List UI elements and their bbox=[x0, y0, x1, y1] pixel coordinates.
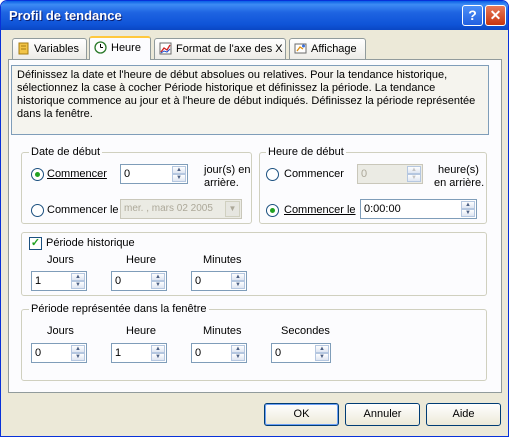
stepper-down-icon[interactable]: ▼ bbox=[231, 281, 245, 289]
window-title: Profil de tendance bbox=[9, 8, 122, 23]
stepper-down-icon[interactable]: ▼ bbox=[151, 353, 165, 361]
cancel-button[interactable]: Annuler bbox=[345, 403, 420, 426]
dropdown-arrow-icon[interactable]: ▼ bbox=[225, 201, 240, 217]
date-picker[interactable]: mer. , mars 02 2005 ▼ bbox=[120, 199, 242, 219]
stepper-up-icon[interactable]: ▲ bbox=[71, 345, 85, 353]
heure-commencer-radio[interactable] bbox=[266, 168, 279, 181]
pf-heure-label: Heure bbox=[126, 325, 156, 337]
stepper-up-icon[interactable]: ▲ bbox=[172, 166, 186, 174]
pf-heure-stepper[interactable]: 1 ▲ ▼ bbox=[111, 343, 167, 363]
stepper-down-icon[interactable]: ▼ bbox=[172, 174, 186, 182]
help-title-button[interactable]: ? bbox=[462, 5, 483, 26]
stepper-value: 0 bbox=[124, 168, 131, 180]
date-commencer-le-label: Commencer le bbox=[47, 204, 119, 216]
tab-label: Format de l'axe des X bbox=[176, 43, 283, 55]
ph-heure-stepper[interactable]: 0 ▲ ▼ bbox=[111, 271, 167, 291]
description-text: Définissez la date et l'heure de début a… bbox=[11, 65, 489, 135]
date-suffix-line2: arrière. bbox=[204, 177, 239, 189]
heure-debut-label: Heure de début bbox=[266, 146, 346, 158]
ph-jours-stepper[interactable]: 1 ▲ ▼ bbox=[31, 271, 87, 291]
stepper-down-icon[interactable]: ▼ bbox=[231, 353, 245, 361]
stepper-up-icon[interactable]: ▲ bbox=[407, 166, 421, 174]
dialog-window: Profil de tendance ? ✕ Variables Heure F… bbox=[0, 0, 509, 437]
stepper-up-icon[interactable]: ▲ bbox=[461, 201, 475, 209]
stepper-up-icon[interactable]: ▲ bbox=[151, 345, 165, 353]
pf-secondes-label: Secondes bbox=[281, 325, 330, 337]
stepper-down-icon[interactable]: ▼ bbox=[71, 353, 85, 361]
pf-minutes-stepper[interactable]: 0 ▲ ▼ bbox=[191, 343, 247, 363]
clock-icon bbox=[94, 41, 107, 54]
stepper-value: 0 bbox=[195, 275, 202, 287]
date-debut-label: Date de début bbox=[29, 146, 103, 158]
stepper-up-icon[interactable]: ▲ bbox=[315, 345, 329, 353]
pf-minutes-label: Minutes bbox=[203, 325, 242, 337]
pf-jours-stepper[interactable]: 0 ▲ ▼ bbox=[31, 343, 87, 363]
stepper-up-icon[interactable]: ▲ bbox=[151, 273, 165, 281]
tab-label: Variables bbox=[34, 43, 80, 55]
date-value: mer. , mars 02 2005 bbox=[124, 203, 213, 214]
pf-secondes-stepper[interactable]: 0 ▲ ▼ bbox=[271, 343, 331, 363]
stepper-value: 0 bbox=[35, 347, 42, 359]
ph-minutes-stepper[interactable]: 0 ▲ ▼ bbox=[191, 271, 247, 291]
stepper-value: 0 bbox=[361, 168, 368, 180]
date-suffix-line1: jour(s) en bbox=[204, 164, 251, 176]
heure-commencer-le-radio[interactable] bbox=[266, 204, 279, 217]
title-bar: Profil de tendance ? ✕ bbox=[1, 1, 508, 30]
variables-icon bbox=[18, 42, 29, 55]
pf-jours-label: Jours bbox=[47, 325, 74, 337]
help-button[interactable]: Aide bbox=[426, 403, 501, 426]
heure-suffix-line1: heure(s) bbox=[438, 164, 479, 176]
periode-historique-checkbox[interactable]: ✓ bbox=[29, 237, 42, 250]
date-commencer-label: Commencer bbox=[47, 168, 107, 180]
display-icon bbox=[294, 43, 307, 54]
heure-suffix-line2: en arrière. bbox=[434, 177, 485, 189]
tab-affichage[interactable]: Affichage bbox=[289, 38, 366, 60]
ph-jours-label: Jours bbox=[47, 254, 74, 266]
stepper-value: 0 bbox=[195, 347, 202, 359]
ph-minutes-label: Minutes bbox=[203, 254, 242, 266]
ok-button[interactable]: OK bbox=[264, 403, 339, 426]
stepper-up-icon[interactable]: ▲ bbox=[231, 345, 245, 353]
heure-time-stepper[interactable]: 0:00:00 ▲ ▼ bbox=[360, 199, 477, 219]
date-commencer-le-radio[interactable] bbox=[31, 204, 44, 217]
periode-fenetre-group bbox=[21, 309, 487, 381]
heure-commencer-stepper[interactable]: 0 ▲ ▼ bbox=[357, 164, 423, 184]
stepper-value: 0 bbox=[115, 275, 122, 287]
stepper-down-icon[interactable]: ▼ bbox=[71, 281, 85, 289]
stepper-up-icon[interactable]: ▲ bbox=[231, 273, 245, 281]
date-commencer-stepper[interactable]: 0 ▲ ▼ bbox=[120, 164, 188, 184]
tab-label: Affichage bbox=[311, 43, 357, 55]
stepper-down-icon[interactable]: ▼ bbox=[461, 209, 475, 217]
stepper-value: 1 bbox=[35, 275, 42, 287]
tab-label: Heure bbox=[111, 42, 141, 54]
stepper-value: 0:00:00 bbox=[364, 203, 401, 215]
tab-variables[interactable]: Variables bbox=[12, 38, 87, 60]
stepper-down-icon[interactable]: ▼ bbox=[151, 281, 165, 289]
date-commencer-radio[interactable] bbox=[31, 168, 44, 181]
stepper-value: 0 bbox=[275, 347, 282, 359]
stepper-down-icon[interactable]: ▼ bbox=[315, 353, 329, 361]
stepper-up-icon[interactable]: ▲ bbox=[71, 273, 85, 281]
heure-commencer-label: Commencer bbox=[284, 168, 344, 180]
heure-commencer-le-label: Commencer le bbox=[284, 204, 356, 216]
periode-fenetre-label: Période représentée dans la fenêtre bbox=[29, 303, 209, 315]
stepper-down-icon[interactable]: ▼ bbox=[407, 174, 421, 182]
close-button[interactable]: ✕ bbox=[485, 5, 506, 26]
periode-historique-label: Période historique bbox=[46, 237, 135, 249]
tab-heure[interactable]: Heure bbox=[89, 36, 151, 60]
axis-format-icon bbox=[159, 42, 172, 55]
stepper-value: 1 bbox=[115, 347, 122, 359]
tab-format-axe[interactable]: Format de l'axe des X bbox=[154, 38, 286, 60]
ph-heure-label: Heure bbox=[126, 254, 156, 266]
